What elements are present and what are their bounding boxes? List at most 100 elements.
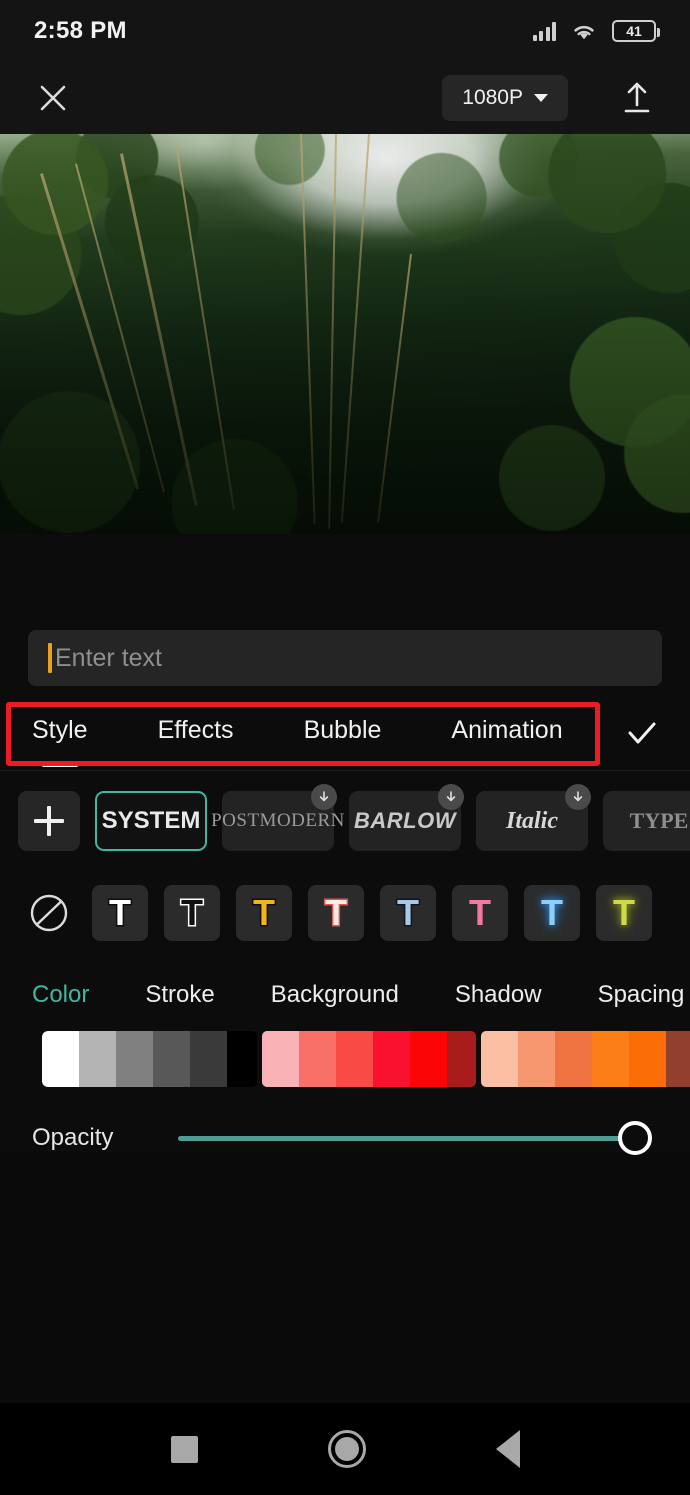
resolution-label: 1080P xyxy=(462,86,523,109)
font-chip-postmodern[interactable]: POSTMODERN xyxy=(211,784,344,851)
font-selector-row[interactable]: SYSTEM POSTMODERN BARLOW Italic TYPE xyxy=(0,771,690,869)
preset-glyph: T xyxy=(180,892,205,933)
preset-glyph: T xyxy=(396,892,421,933)
color-swatch[interactable] xyxy=(335,1031,373,1087)
text-input-field[interactable]: Enter text xyxy=(28,630,662,686)
top-bar: 1080P xyxy=(0,62,690,134)
main-tab-bar: Style Effects Bubble Animation xyxy=(0,700,690,770)
preset-pink-solid[interactable]: T xyxy=(452,885,508,941)
chevron-down-icon xyxy=(534,94,548,102)
resolution-selector[interactable]: 1080P xyxy=(442,75,568,121)
color-swatch[interactable] xyxy=(629,1031,667,1087)
color-palette[interactable] xyxy=(42,1031,690,1087)
status-bar: 2:58 PM 41 xyxy=(0,0,690,62)
color-swatch[interactable] xyxy=(190,1031,227,1087)
confirm-button[interactable] xyxy=(616,707,668,759)
top-bar-actions: 1080P xyxy=(442,75,660,121)
color-swatch[interactable] xyxy=(116,1031,153,1087)
preset-blue-glow[interactable]: T xyxy=(524,885,580,941)
font-label: TYPE xyxy=(629,808,689,833)
property-tab-spacing[interactable]: Spacing xyxy=(598,981,685,1009)
opacity-label: Opacity xyxy=(32,1124,114,1151)
video-preview[interactable]: Enter text xyxy=(0,134,690,534)
color-swatch[interactable] xyxy=(42,1031,79,1087)
color-swatch[interactable] xyxy=(481,1031,519,1087)
color-swatch[interactable] xyxy=(409,1031,447,1087)
font-label: Italic xyxy=(506,807,558,834)
close-editor-button[interactable] xyxy=(30,75,76,121)
preset-yellow-outline-black[interactable]: T xyxy=(236,885,292,941)
color-palette-area xyxy=(0,1025,690,1087)
text-cursor xyxy=(48,643,52,673)
palette-group-grayscale xyxy=(42,1031,257,1087)
color-swatch[interactable] xyxy=(79,1031,116,1087)
opacity-slider[interactable] xyxy=(178,1121,652,1155)
text-input-area: Enter text xyxy=(0,614,690,700)
tab-effects[interactable]: Effects xyxy=(158,716,234,751)
wifi-icon xyxy=(571,22,597,41)
font-chip-type[interactable]: TYPE xyxy=(603,791,690,851)
text-input-placeholder: Enter text xyxy=(55,643,162,672)
preset-glyph: T xyxy=(108,892,133,933)
text-style-preset-row[interactable]: T T T T T T T T xyxy=(0,869,690,959)
tab-style[interactable]: Style xyxy=(32,716,88,751)
font-label: SYSTEM xyxy=(101,807,201,834)
preset-lightblue-outline-dark[interactable]: T xyxy=(380,885,436,941)
slider-knob[interactable] xyxy=(618,1121,652,1155)
main-tab-row: Style Effects Bubble Animation xyxy=(0,700,690,766)
preset-glyph: T xyxy=(541,892,563,933)
plus-icon xyxy=(34,806,64,836)
color-swatch[interactable] xyxy=(298,1031,336,1087)
palette-group-oranges xyxy=(481,1031,690,1087)
download-arrow-icon[interactable] xyxy=(565,784,591,810)
cellular-signal-icon xyxy=(532,21,556,41)
square-recents-icon[interactable] xyxy=(170,1435,198,1463)
tab-bubble[interactable]: Bubble xyxy=(304,716,382,751)
preview-bottom-gap xyxy=(0,534,690,614)
add-font-button[interactable] xyxy=(18,791,80,851)
palette-group-reds xyxy=(261,1031,477,1087)
slider-fill xyxy=(178,1135,650,1141)
property-tab-row[interactable]: Color Stroke Background Shadow Spacing B… xyxy=(0,959,690,1025)
status-icons: 41 xyxy=(532,20,660,42)
color-swatch[interactable] xyxy=(446,1031,477,1087)
triangle-back-icon[interactable] xyxy=(495,1430,520,1468)
property-tab-background[interactable]: Background xyxy=(271,981,399,1009)
color-swatch[interactable] xyxy=(372,1031,410,1087)
color-swatch[interactable] xyxy=(518,1031,556,1087)
battery-level: 41 xyxy=(626,23,642,39)
preset-glyph: T xyxy=(324,892,349,933)
color-swatch[interactable] xyxy=(227,1031,257,1087)
property-tab-stroke[interactable]: Stroke xyxy=(145,981,214,1009)
status-clock: 2:58 PM xyxy=(34,17,127,44)
color-swatch[interactable] xyxy=(555,1031,593,1087)
no-style-circle-slash-icon[interactable] xyxy=(22,886,76,940)
opacity-control: Opacity xyxy=(0,1087,690,1155)
font-chip-italic[interactable]: Italic xyxy=(476,784,591,851)
preset-black-outline-white[interactable]: T xyxy=(164,885,220,941)
export-button[interactable] xyxy=(614,75,660,121)
font-chip-system[interactable]: SYSTEM xyxy=(95,791,207,851)
download-arrow-icon[interactable] xyxy=(438,784,464,810)
font-label: BARLOW xyxy=(354,808,456,833)
app-screen: 2:58 PM 41 1080P Enter text Style Effect… xyxy=(0,0,690,1495)
color-swatch[interactable] xyxy=(261,1031,299,1087)
android-nav-bar xyxy=(0,1403,690,1495)
preset-glyph: T xyxy=(252,892,277,933)
preset-white-outline-black[interactable]: T xyxy=(92,885,148,941)
font-chip-barlow[interactable]: BARLOW xyxy=(349,784,464,851)
download-arrow-icon[interactable] xyxy=(311,784,337,810)
color-swatch[interactable] xyxy=(153,1031,190,1087)
property-tab-shadow[interactable]: Shadow xyxy=(455,981,542,1009)
preset-glyph: T xyxy=(469,892,491,933)
color-swatch[interactable] xyxy=(666,1031,690,1087)
preset-white-outline-red[interactable]: T xyxy=(308,885,364,941)
preview-vignette xyxy=(0,134,690,534)
preset-yellowgreen-glow[interactable]: T xyxy=(596,885,652,941)
property-tab-color[interactable]: Color xyxy=(32,981,89,1009)
preset-glyph: T xyxy=(613,892,635,933)
tab-animation[interactable]: Animation xyxy=(451,716,562,751)
color-swatch[interactable] xyxy=(592,1031,630,1087)
circle-home-icon[interactable] xyxy=(327,1430,366,1468)
font-label: POSTMODERN xyxy=(211,810,345,831)
